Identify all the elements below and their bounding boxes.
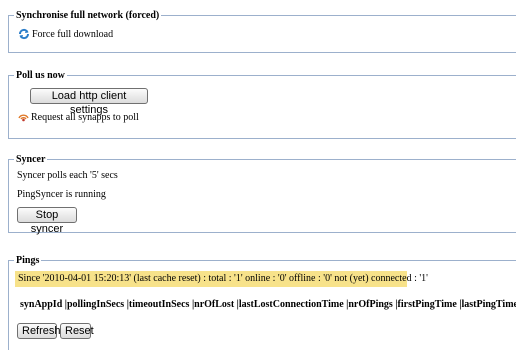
refresh-button[interactable]: Refresh: [17, 323, 61, 339]
request-all-synapps-link[interactable]: Request all synapps to poll: [31, 112, 139, 123]
poll-divider: [8, 138, 516, 139]
load-http-client-settings-button[interactable]: Load http client settings: [30, 88, 148, 116]
sync-divider: [8, 52, 516, 53]
sync-legend: Synchronise full network (forced): [16, 10, 160, 21]
syncer-interval-text: Syncer polls each '5' secs: [17, 170, 118, 181]
syncer-status-text: PingSyncer is running: [17, 189, 106, 200]
broadcast-icon[interactable]: [17, 111, 30, 123]
reset-button[interactable]: Reset: [60, 323, 94, 339]
poll-legend: Poll us now: [16, 70, 65, 81]
syncer-divider: [8, 232, 516, 233]
stop-syncer-button[interactable]: Stop syncer: [17, 207, 77, 235]
force-full-download-link[interactable]: Force full download: [32, 29, 113, 40]
pings-legend: Pings: [16, 255, 40, 266]
pings-table-header: synAppId |pollingInSecs |timeoutInSecs |…: [20, 299, 516, 310]
syncer-legend: Syncer: [16, 154, 46, 165]
pings-summary-banner: Since '2010-04-01 15:20:13' (last cache …: [15, 271, 428, 287]
refresh-icon[interactable]: [18, 28, 30, 40]
